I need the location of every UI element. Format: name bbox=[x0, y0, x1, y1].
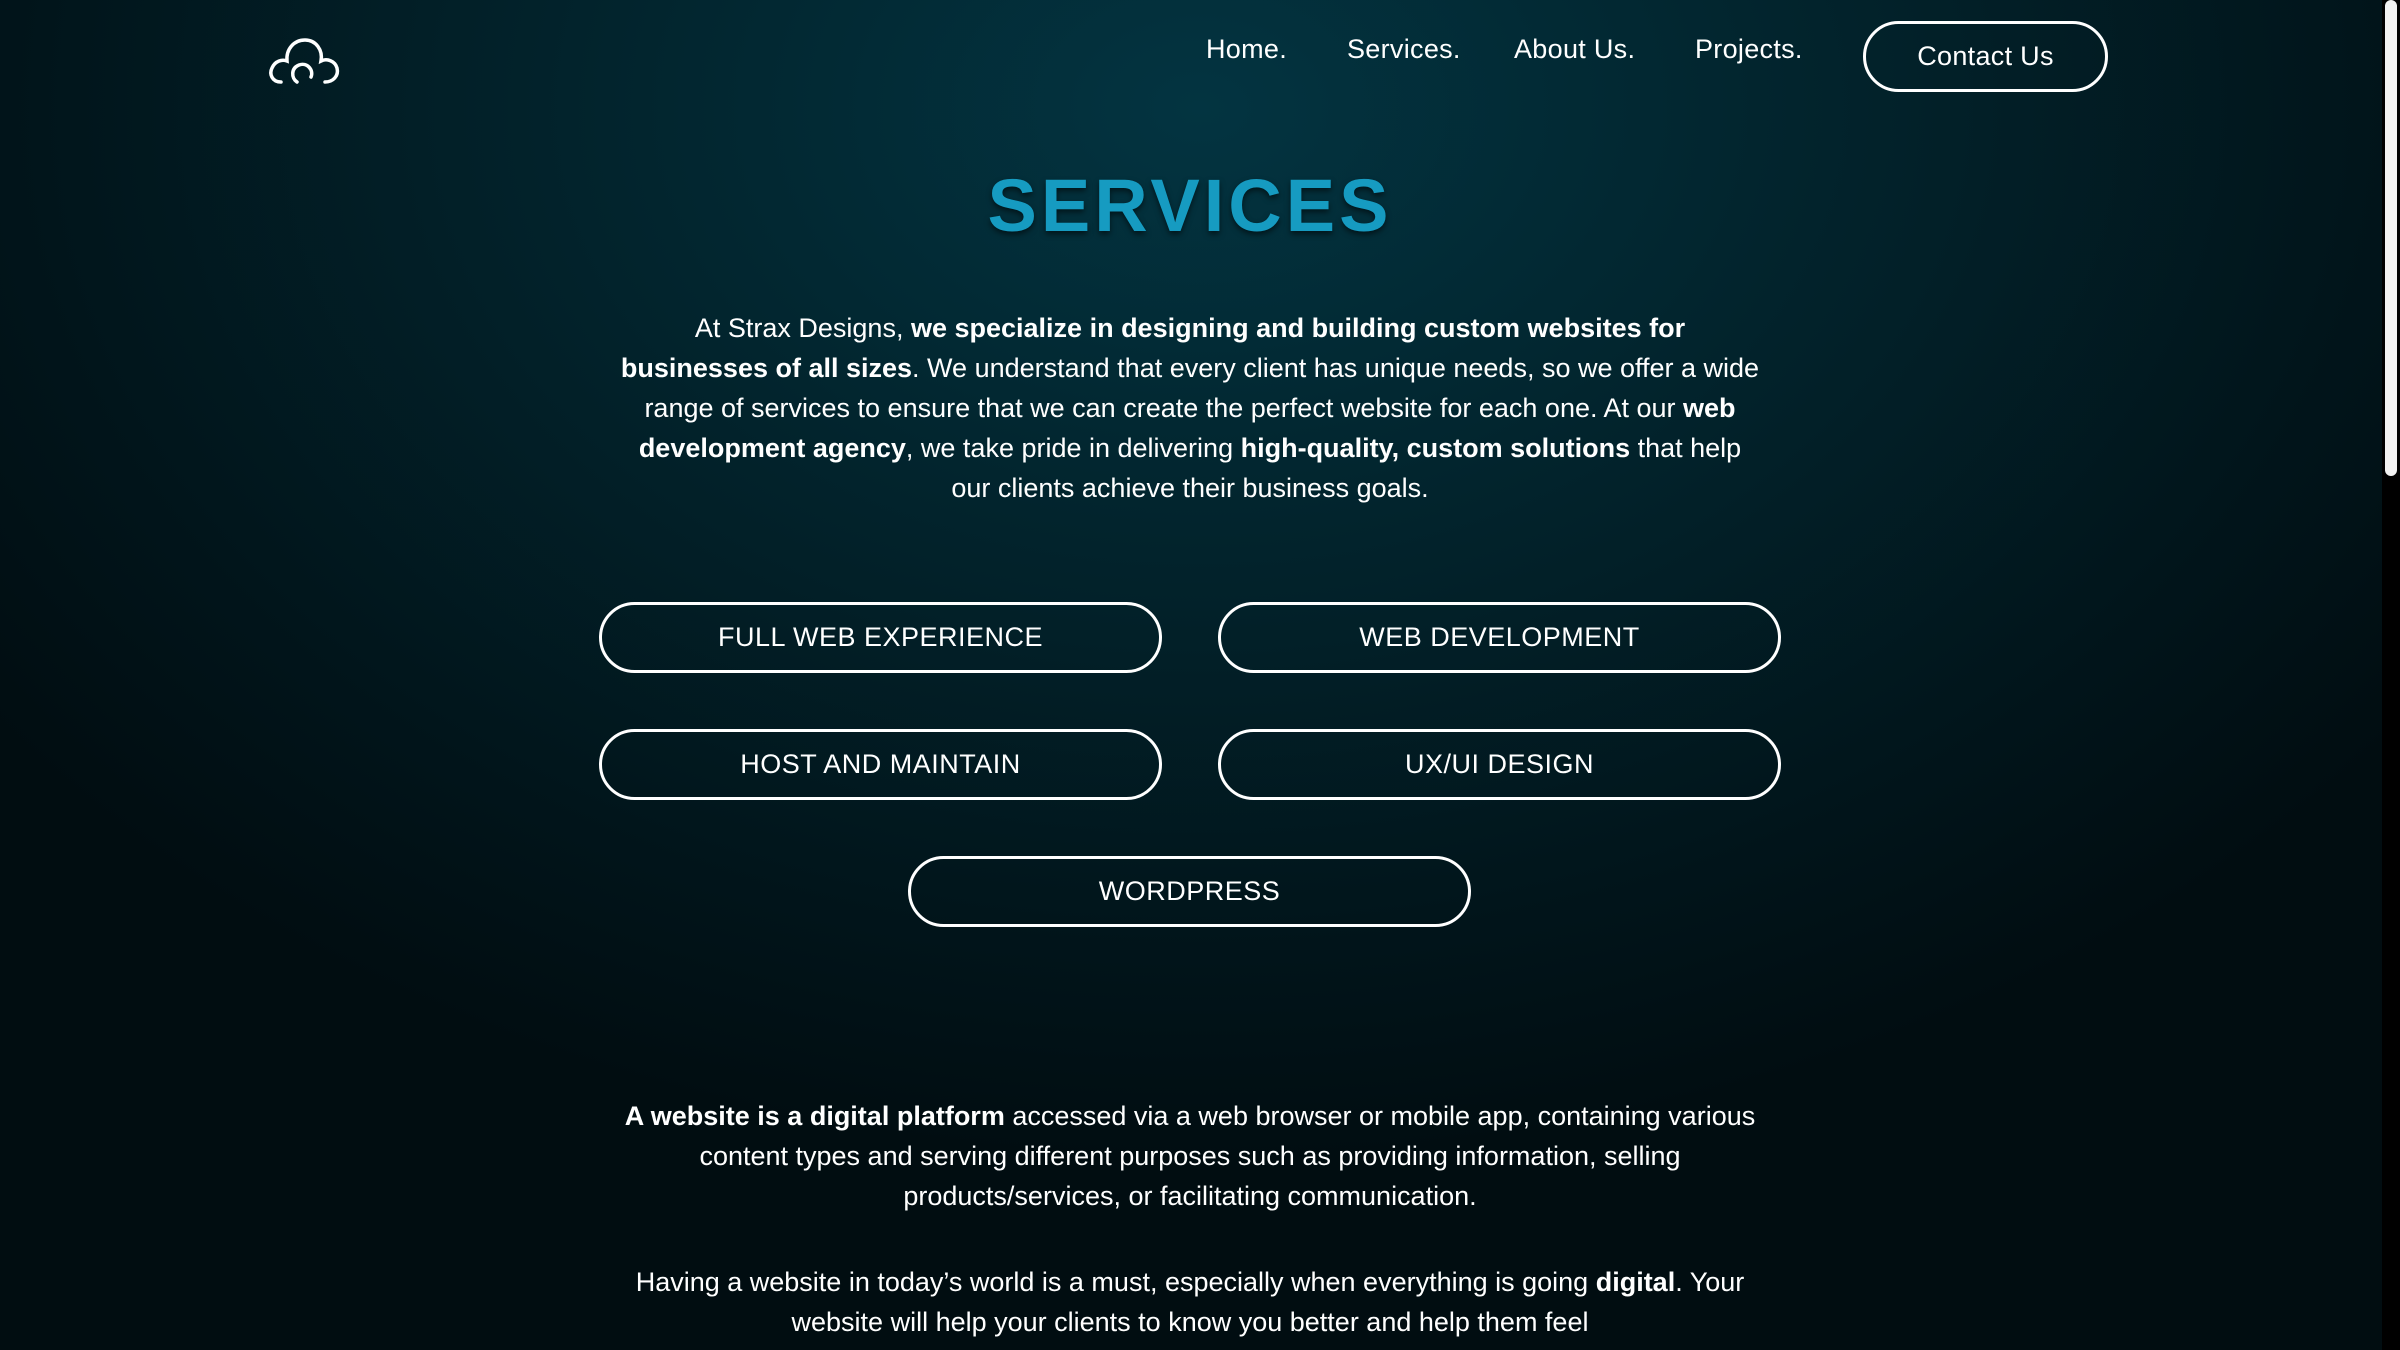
paragraph-highlight: digital bbox=[1595, 1267, 1676, 1297]
paragraph-highlight: A website is a digital platform bbox=[624, 1101, 1005, 1131]
nav-about-us[interactable]: About Us. bbox=[1514, 34, 1635, 65]
page-title: SERVICES bbox=[987, 164, 1393, 247]
intro-text: , we take pride in delivering bbox=[905, 433, 1241, 463]
service-host-and-maintain-button[interactable]: HOST AND MAINTAIN bbox=[599, 729, 1162, 800]
service-web-development-button[interactable]: WEB DEVELOPMENT bbox=[1218, 602, 1781, 673]
cloud-outline-icon bbox=[269, 38, 340, 84]
service-wordpress-button[interactable]: WORDPRESS bbox=[908, 856, 1471, 927]
brand-logo[interactable] bbox=[267, 30, 341, 88]
nav-home[interactable]: Home. bbox=[1206, 34, 1287, 65]
nav-services[interactable]: Services. bbox=[1347, 34, 1461, 65]
intro-highlight: high-quality, custom solutions bbox=[1240, 433, 1631, 463]
scrollbar-thumb[interactable] bbox=[2385, 0, 2397, 476]
paragraph-text: Having a website in today’s world is a m… bbox=[635, 1267, 1596, 1297]
website-importance-paragraph: Having a website in today’s world is a m… bbox=[620, 1262, 1760, 1342]
website-definition-paragraph: A website is a digital platform accessed… bbox=[620, 1096, 1760, 1216]
service-ux-ui-design-button[interactable]: UX/UI DESIGN bbox=[1218, 729, 1781, 800]
intro-paragraph: At Strax Designs, we specialize in desig… bbox=[620, 308, 1760, 508]
nav-projects[interactable]: Projects. bbox=[1695, 34, 1803, 65]
contact-us-button[interactable]: Contact Us bbox=[1863, 21, 2108, 92]
intro-text: At Strax Designs, bbox=[694, 313, 911, 343]
service-full-web-experience-button[interactable]: FULL WEB EXPERIENCE bbox=[599, 602, 1162, 673]
